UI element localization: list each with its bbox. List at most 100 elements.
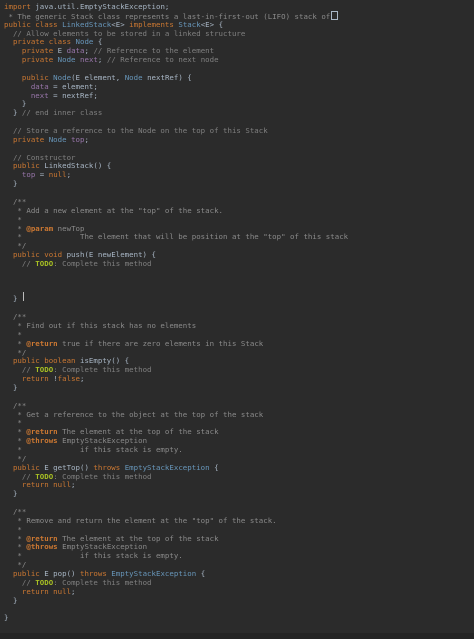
code-token: import [4, 2, 36, 11]
code-line[interactable]: * Get a reference to the object at the t… [4, 410, 263, 419]
code-line[interactable]: public boolean isEmpty() { [4, 356, 129, 365]
code-token: * Remove and return the element at the "… [4, 515, 277, 525]
code-line[interactable]: * [4, 330, 22, 339]
code-token: } [4, 489, 18, 499]
code-line[interactable]: * if this stack is empty. [4, 551, 183, 560]
code-token: @param [26, 223, 58, 233]
code-line[interactable]: private E data; // Reference to the elem… [4, 46, 214, 55]
code-token: E pop() [44, 569, 80, 579]
code-line[interactable]: public E getTop() throws EmptyStackExcep… [4, 463, 219, 472]
code-token: top [4, 170, 40, 180]
code-line[interactable]: public LinkedStack() { [4, 161, 111, 170]
code-token: EmptyStackException [62, 436, 148, 446]
code-token: * Find out if this stack has no elements [4, 320, 197, 330]
code-token: private [4, 134, 49, 144]
code-line[interactable]: // Allow elements to be stored in a link… [4, 29, 245, 38]
code-line[interactable]: } [4, 294, 17, 303]
code-editor[interactable]: import java.util.EmptyStackException; * … [0, 0, 474, 639]
code-line[interactable]: // TODO: Complete this method [4, 365, 152, 374]
code-token: ; [80, 374, 85, 384]
code-token: TODO [35, 365, 54, 375]
code-token: ; [84, 134, 89, 144]
code-token: @return [26, 427, 63, 437]
code-token: Node [124, 72, 148, 82]
code-token: /** [4, 400, 27, 410]
code-line[interactable]: * [4, 215, 22, 224]
code-line[interactable]: * @param newTop [4, 224, 84, 233]
code-line[interactable]: * Add a new element at the "top" of the … [4, 206, 223, 215]
code-token: ; [71, 586, 76, 596]
code-line[interactable]: next = nextRef; [4, 91, 98, 100]
code-line[interactable]: */ [4, 348, 26, 357]
code-token: throws [80, 569, 112, 579]
code-line[interactable]: } // end inner class [4, 108, 102, 117]
code-line[interactable]: return null; [4, 587, 76, 596]
code-token: TODO [35, 258, 54, 268]
code-token: * [4, 329, 22, 339]
code-line[interactable]: */ [4, 454, 26, 463]
code-line[interactable]: } [4, 596, 17, 605]
code-line[interactable]: data = element; [4, 82, 98, 91]
code-token: */ [4, 347, 27, 357]
code-line[interactable]: /** [4, 507, 26, 516]
code-line[interactable]: } [4, 613, 8, 622]
code-token: EmptyStackException [62, 542, 148, 552]
code-token: return null [4, 586, 72, 596]
code-line[interactable]: private class Node { [4, 37, 102, 46]
code-line[interactable]: * @return The element at the top of the … [4, 534, 219, 543]
code-line[interactable]: return !false; [4, 374, 85, 383]
code-line[interactable]: * The generic Stack class represents a l… [4, 10, 339, 21]
code-line[interactable]: * @return The element at the top of the … [4, 427, 219, 436]
code-line[interactable]: * Remove and return the element at the "… [4, 516, 277, 525]
code-line[interactable]: * Find out if this stack has no elements [4, 321, 196, 330]
code-line[interactable]: * @throws EmptyStackException [4, 542, 147, 551]
code-line[interactable]: } [4, 489, 17, 498]
code-line[interactable]: public Node(E element, Node nextRef) { [4, 73, 192, 82]
code-line[interactable]: public E pop() throws EmptyStackExceptio… [4, 569, 205, 578]
code-token: // Reference to the element [93, 46, 215, 56]
code-line[interactable]: * @throws EmptyStackException [4, 436, 147, 445]
code-token: * [4, 223, 27, 233]
code-token: (E element, [71, 72, 125, 82]
code-token: @return [26, 338, 63, 348]
code-line[interactable]: /** [4, 312, 26, 321]
code-line[interactable]: top = null; [4, 170, 71, 179]
code-line[interactable]: return null; [4, 480, 76, 489]
code-token: LinkedStack() { [44, 161, 112, 171]
code-line[interactable]: * [4, 418, 22, 427]
code-token: EmptyStackException [111, 569, 201, 579]
code-line[interactable]: */ [4, 241, 26, 250]
code-token: implements [129, 19, 179, 29]
code-token: * [4, 542, 27, 552]
code-line[interactable]: public void push(E newElement) { [4, 250, 156, 259]
code-line[interactable]: public class LinkedStack<E> implements S… [4, 20, 223, 29]
code-token: public [4, 462, 45, 472]
code-line[interactable]: // Constructor [4, 153, 76, 162]
code-line[interactable]: /** [4, 401, 26, 410]
code-token: ; [97, 55, 107, 65]
code-token: } [4, 382, 18, 392]
code-line[interactable]: * @return true if there are zero element… [4, 339, 263, 348]
code-token: isEmpty() { [79, 356, 130, 366]
code-line[interactable]: } [4, 383, 17, 392]
code-line[interactable]: // TODO: Complete this method [4, 259, 152, 268]
code-line[interactable]: } [4, 179, 17, 188]
code-line[interactable]: private Node top; [4, 135, 89, 144]
code-line[interactable]: * [4, 525, 22, 534]
code-line[interactable]: // TODO: Complete this method [4, 578, 152, 587]
code-line[interactable]: } [4, 99, 26, 108]
code-token: TODO [35, 577, 54, 587]
code-token: /** [4, 196, 27, 206]
code-line[interactable]: // TODO: Complete this method [4, 472, 152, 481]
code-line[interactable]: * The element that will be position at t… [4, 232, 348, 241]
code-line[interactable]: * if this stack is empty. [4, 445, 183, 454]
code-line[interactable]: import java.util.EmptyStackException; [4, 2, 169, 11]
code-line[interactable]: private Node next; // Reference to next … [4, 55, 219, 64]
code-line[interactable]: /** [4, 197, 26, 206]
code-token: } [4, 294, 18, 304]
code-token: * [4, 533, 27, 543]
code-line[interactable]: // Store a reference to the Node on the … [4, 126, 268, 135]
code-line[interactable]: */ [4, 560, 26, 569]
code-token: return [4, 374, 54, 384]
code-token: /** [4, 507, 27, 517]
